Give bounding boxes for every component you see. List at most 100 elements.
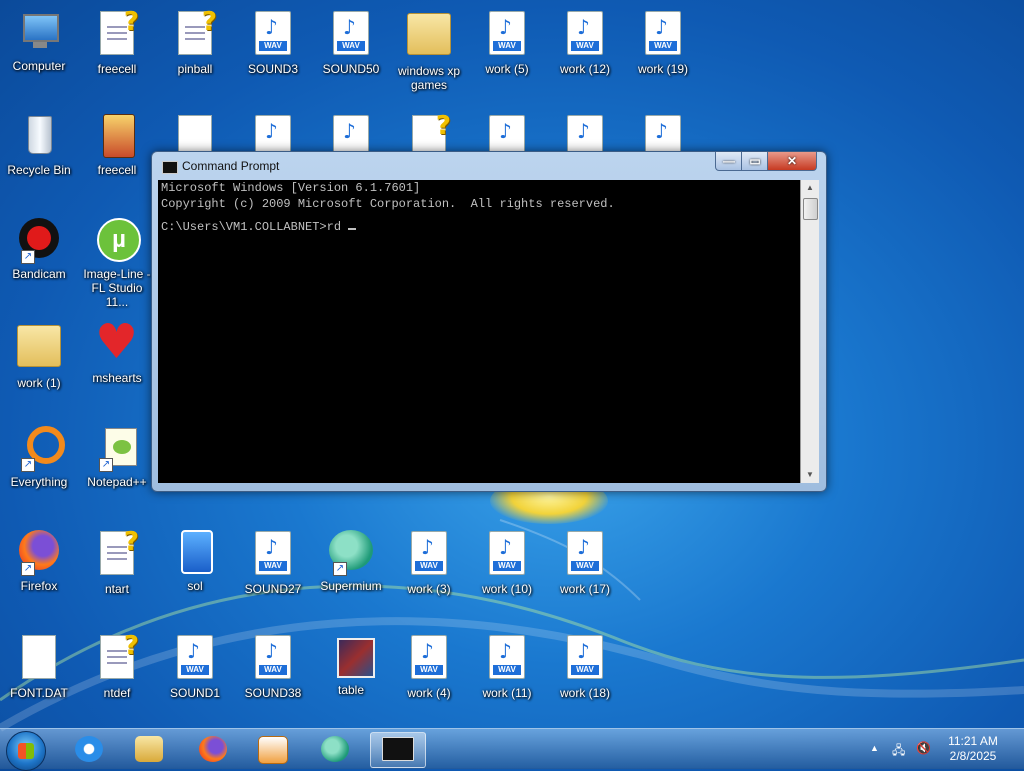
- command-prompt-icon: [162, 161, 178, 174]
- desktop-icon-table[interactable]: table: [313, 632, 389, 697]
- icon-label: FONT.DAT: [10, 686, 68, 700]
- firefox-icon: ↗: [15, 528, 63, 576]
- desktop-icon-work-3[interactable]: ♪ WAV work (3): [391, 528, 467, 596]
- minimize-icon: —: [723, 154, 735, 168]
- scrollbar-thumb[interactable]: [803, 198, 818, 220]
- taskbar-item-command-prompt[interactable]: [370, 732, 426, 768]
- scroll-down-arrow-icon[interactable]: ▼: [801, 467, 819, 483]
- clock-time: 11:21 AM: [948, 734, 998, 748]
- desktop-icon-sound27[interactable]: ♪ WAV SOUND27: [235, 528, 311, 596]
- desktop-icon-sol[interactable]: sol: [157, 528, 233, 593]
- text-cursor: [348, 218, 357, 230]
- desktop-icon-everything[interactable]: ↗ Everything: [1, 424, 77, 489]
- icon-label: SOUND38: [244, 686, 302, 700]
- desktop-icon-ntart[interactable]: ? ntart: [79, 527, 155, 596]
- recycle-bin-icon: [15, 112, 63, 160]
- wav-file-icon: ♪ WAV: [171, 635, 219, 683]
- wav-file-icon: ♪ WAV: [483, 531, 531, 579]
- desktop-icon-fl-studio[interactable]: µ Image-Line - FL Studio 11...: [79, 216, 155, 309]
- icon-label: SOUND3: [247, 62, 298, 76]
- desktop-icon-work-19[interactable]: ♪ WAV work (19): [625, 8, 701, 76]
- icon-label: work (4): [407, 686, 451, 700]
- system-clock[interactable]: 11:21 AM 2/8/2025: [940, 734, 1006, 764]
- taskbar-item-windows-explorer[interactable]: [122, 732, 176, 766]
- desktop-icon-windows-xp-games[interactable]: windows xp games: [391, 8, 467, 92]
- desktop-icon-work-12[interactable]: ♪ WAV work (12): [547, 8, 623, 76]
- desktop-icon-notepad-plus-plus[interactable]: ↗ Notepad++: [79, 424, 155, 489]
- command-prompt-window[interactable]: Command Prompt — ▭ ✕ Microsoft Windows […: [151, 151, 827, 492]
- minimize-button[interactable]: —: [715, 152, 743, 171]
- icon-label: Bandicam: [12, 267, 66, 281]
- desktop-icon-font-dat[interactable]: FONT.DAT: [1, 632, 77, 700]
- icon-label: freecell: [97, 163, 137, 177]
- icon-label: work (3): [407, 582, 451, 596]
- document-icon: [15, 635, 63, 683]
- desktop-icon-ntdef[interactable]: ? ntdef: [79, 631, 155, 700]
- desktop-icon-work-17[interactable]: ♪ WAV work (17): [547, 528, 623, 596]
- file-help-icon: ?: [93, 527, 141, 579]
- desktop-icon-freecell-2[interactable]: freecell: [79, 112, 155, 177]
- desktop-icon-freecell[interactable]: ? freecell: [79, 7, 155, 76]
- console-prompt-line[interactable]: C:\Users\VM1.COLLABNET>rd: [158, 216, 800, 235]
- desktop-icon-work-11[interactable]: ♪ WAV work (11): [469, 632, 545, 700]
- close-button[interactable]: ✕: [767, 152, 817, 171]
- heart-icon: ♥: [95, 314, 139, 370]
- desktop-icon-work-5[interactable]: ♪ WAV work (5): [469, 8, 545, 76]
- desktop-icon-sound3[interactable]: ♪ WAV SOUND3: [235, 8, 311, 76]
- network-icon[interactable]: 🖧: [892, 741, 905, 762]
- desktop-icon-sound38[interactable]: ♪ WAV SOUND38: [235, 632, 311, 700]
- wav-file-icon: ♪ WAV: [483, 635, 531, 683]
- desktop-icon-mshearts[interactable]: ♥ mshearts: [79, 314, 155, 385]
- media-player-icon: [258, 736, 288, 764]
- icon-label: freecell: [97, 62, 137, 76]
- desktop-icon-firefox[interactable]: ↗ Firefox: [1, 528, 77, 593]
- firefox-icon: [199, 736, 227, 762]
- icon-label: Computer: [12, 59, 66, 73]
- window-title: Command Prompt: [182, 159, 280, 173]
- desktop-icon-work-4[interactable]: ♪ WAV work (4): [391, 632, 467, 700]
- icon-label: Image-Line - FL Studio 11...: [83, 267, 151, 309]
- console-output[interactable]: Microsoft Windows [Version 6.1.7601] Cop…: [158, 180, 800, 483]
- desktop-icon-work-10[interactable]: ♪ WAV work (10): [469, 528, 545, 596]
- computer-icon: [15, 8, 63, 56]
- wav-file-icon: ♪ WAV: [327, 11, 375, 59]
- command-prompt-icon: [382, 737, 414, 761]
- console-line-copyright: Copyright (c) 2009 Microsoft Corporation…: [161, 197, 615, 211]
- icon-label: Notepad++: [87, 475, 147, 489]
- taskbar-item-media-player[interactable]: [246, 732, 300, 766]
- folder-icon: [15, 325, 63, 373]
- taskbar-item-supermium[interactable]: [308, 732, 362, 766]
- icon-label: Everything: [10, 475, 68, 489]
- file-help-icon: ?: [93, 7, 141, 59]
- maximize-button[interactable]: ▭: [741, 152, 769, 171]
- start-button[interactable]: [6, 731, 46, 771]
- desktop-icon-pinball[interactable]: ? pinball: [157, 7, 233, 76]
- notepad-plus-plus-icon: ↗: [93, 424, 141, 472]
- icon-label: work (5): [485, 62, 529, 76]
- window-titlebar[interactable]: Command Prompt — ▭ ✕: [152, 152, 826, 180]
- icon-label: work (12): [559, 62, 610, 76]
- desktop-icon-sound50[interactable]: ♪ WAV SOUND50: [313, 8, 389, 76]
- icon-label: work (19): [637, 62, 688, 76]
- desktop-icon-computer[interactable]: Computer: [1, 8, 77, 73]
- desktop-icon-recycle-bin[interactable]: Recycle Bin: [1, 112, 77, 177]
- icon-label: ntart: [104, 582, 129, 596]
- file-help-icon: ?: [171, 7, 219, 59]
- wav-file-icon: ♪ WAV: [561, 635, 609, 683]
- icon-label: work (11): [482, 686, 532, 700]
- supermium-icon: ↗: [327, 528, 375, 576]
- image-file-icon: [327, 632, 375, 680]
- desktop-icon-sound1[interactable]: ♪ WAV SOUND1: [157, 632, 233, 700]
- desktop-icon-supermium[interactable]: ↗ Supermium: [313, 528, 389, 593]
- icon-label: Recycle Bin: [7, 163, 71, 177]
- icon-label: SOUND27: [244, 582, 302, 596]
- taskbar-item-firefox[interactable]: [186, 732, 240, 766]
- vertical-scrollbar[interactable]: ▲ ▼: [800, 180, 819, 483]
- taskbar-item-internet-explorer[interactable]: [62, 732, 116, 766]
- scroll-up-arrow-icon[interactable]: ▲: [801, 180, 819, 196]
- desktop-icon-bandicam[interactable]: ↗ Bandicam: [1, 216, 77, 281]
- volume-muted-icon[interactable]: 🔇: [916, 741, 931, 755]
- desktop-icon-work-1[interactable]: work (1): [1, 320, 77, 390]
- show-hidden-icons-arrow-icon[interactable]: ▲: [870, 743, 879, 753]
- desktop-icon-work-18[interactable]: ♪ WAV work (18): [547, 632, 623, 700]
